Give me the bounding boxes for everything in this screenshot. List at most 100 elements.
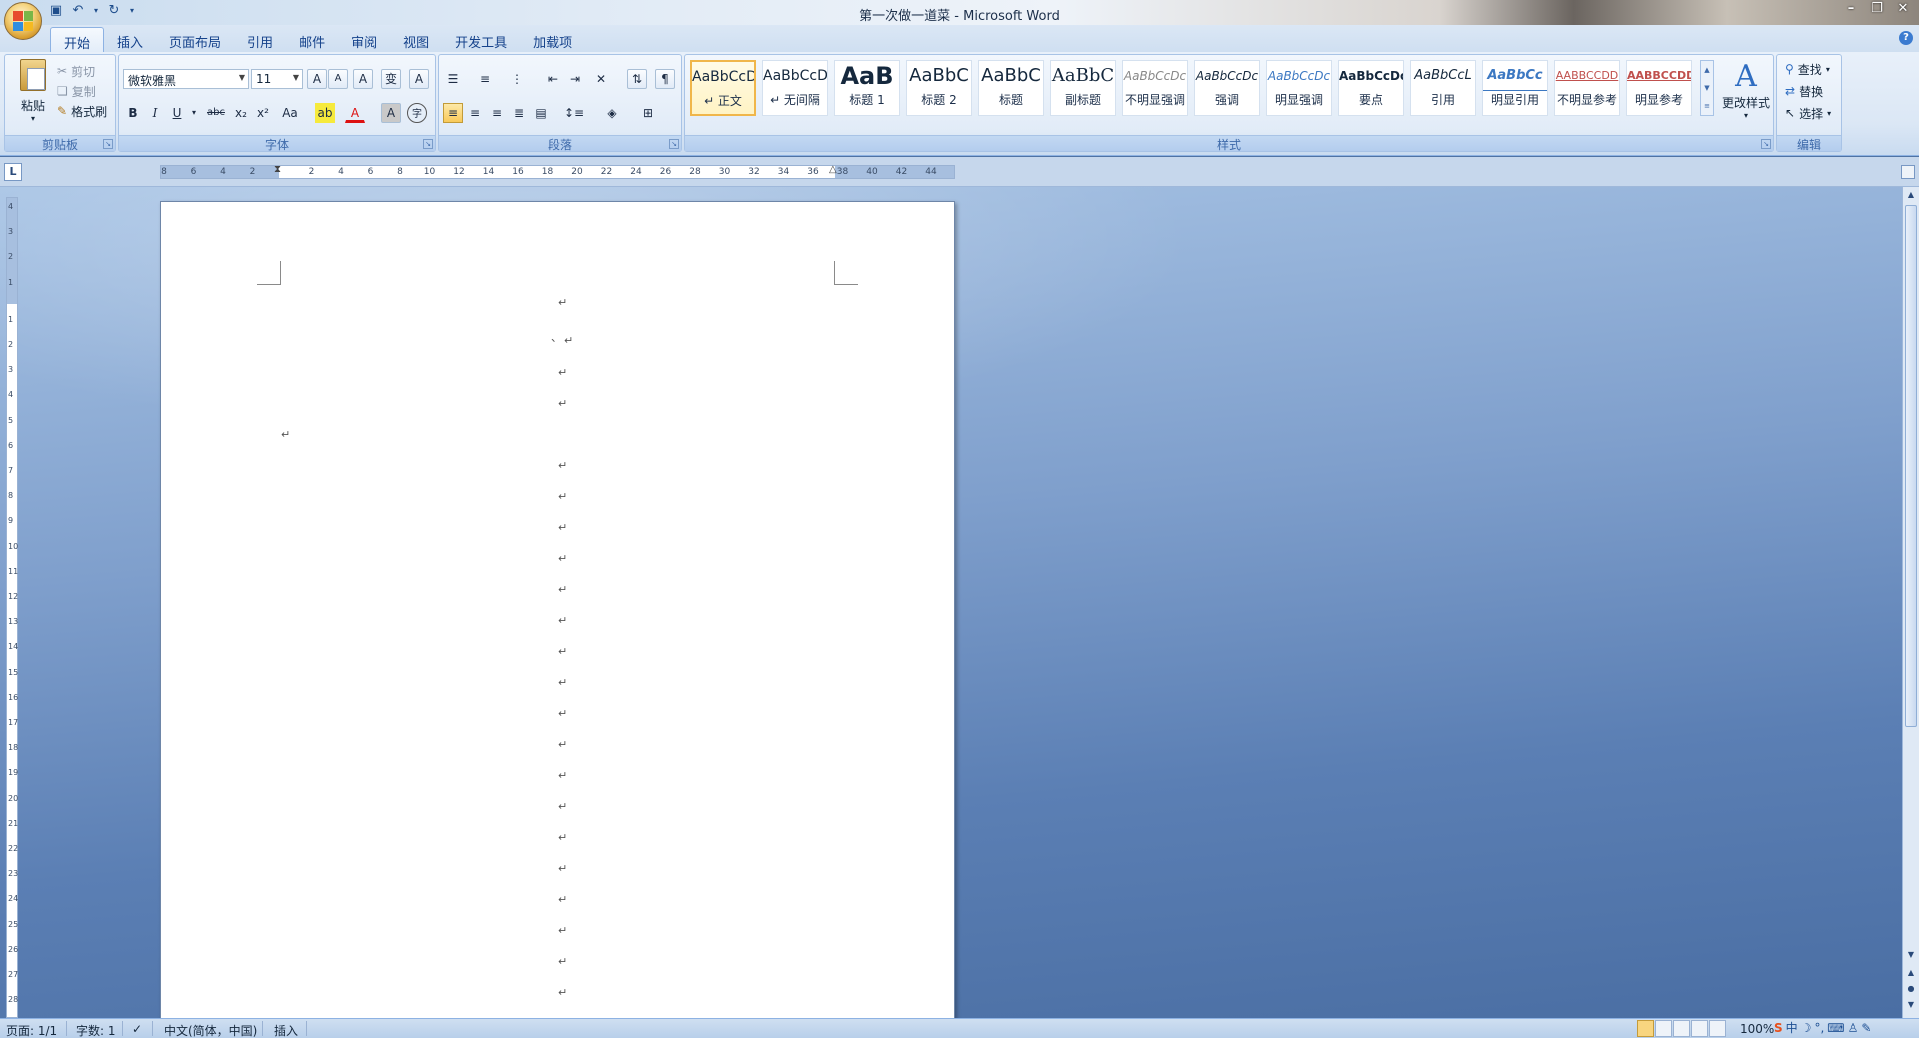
char-shading-button[interactable]: A — [381, 103, 401, 123]
scroll-up-icon[interactable]: ▲ — [1904, 187, 1918, 203]
shading-bucket-icon[interactable]: ◈ — [599, 103, 625, 123]
styles-dialog-launcher-icon[interactable]: ↘ — [1761, 139, 1771, 149]
align-center-icon[interactable]: ≡ — [465, 103, 485, 123]
chevron-down-icon[interactable]: ▼ — [239, 73, 245, 82]
bullets-icon[interactable]: ☰ — [443, 69, 463, 89]
tab-view[interactable]: 视图 — [390, 27, 442, 52]
style-subtle-reference[interactable]: AABBCCDD 不明显参考 — [1554, 60, 1620, 116]
sogou-icon[interactable]: S — [1774, 1020, 1783, 1037]
justify-icon[interactable]: ≣ — [509, 103, 529, 123]
tab-page-layout[interactable]: 页面布局 — [156, 27, 234, 52]
distributed-icon[interactable]: ▤ — [531, 103, 551, 123]
cut-button[interactable]: ✂ 剪切 — [57, 61, 107, 81]
word-count[interactable]: 字数: 1 — [76, 1022, 116, 1038]
select-button[interactable]: ↖ 选择 ▾ — [1785, 102, 1831, 124]
clipboard-dialog-launcher-icon[interactable]: ↘ — [103, 139, 113, 149]
first-line-indent-marker[interactable]: ⧗ — [274, 164, 284, 181]
horizontal-ruler[interactable]: ⧗ △ 8 6 4 2 2 4 6 8 10 12 14 16 18 20 22 24 26 28 30 32 34 36… — [160, 164, 955, 181]
punctuation-icon[interactable]: °, — [1814, 1020, 1824, 1037]
style-subtle-emphasis[interactable]: AaBbCcDc 不明显强调 — [1122, 60, 1188, 116]
enclose-char-button[interactable]: 字 — [407, 103, 427, 123]
outline-icon[interactable] — [1691, 1020, 1708, 1037]
vertical-ruler[interactable]: 4 3 2 1 1 2 3 4 5 6 7 8 9 10 11 12 13 14 15 16 17 18 19 20 21 22 2… — [6, 197, 18, 1018]
tab-mailings[interactable]: 邮件 — [286, 27, 338, 52]
draft-icon[interactable] — [1709, 1020, 1726, 1037]
copy-button[interactable]: ❏ 复制 — [57, 81, 107, 101]
highlight-button[interactable]: ab — [315, 103, 335, 123]
web-layout-icon[interactable] — [1673, 1020, 1690, 1037]
shrink-font-button[interactable]: A — [328, 69, 348, 89]
style-gallery-scroll[interactable]: ▲ ▼ ≡ — [1700, 60, 1714, 116]
format-painter-button[interactable]: ✎ 格式刷 — [57, 101, 107, 121]
proofing-icon[interactable]: ✓ — [132, 1022, 142, 1036]
style-strong[interactable]: AaBbCcDc 要点 — [1338, 60, 1404, 116]
increase-indent-icon[interactable]: ⇥ — [565, 69, 585, 89]
line-spacing-icon[interactable]: ↕≡ — [561, 103, 587, 123]
clear-format-button[interactable]: A — [353, 69, 373, 89]
font-color-button[interactable]: A — [345, 103, 365, 123]
restore-icon[interactable]: ❐ — [1865, 0, 1889, 18]
document-page[interactable]: ↵ ↵ ↵ ↵ ↵ ↵ ↵ ↵ ↵ ↵ ↵ ↵ ↵ ↵ ↵ ↵ ↵ ↵ ↵ ↵ ↵ ↵ ↵、 — [160, 201, 955, 1018]
tab-developer[interactable]: 开发工具 — [442, 27, 520, 52]
underline-button[interactable]: U — [167, 103, 187, 123]
font-name-combo[interactable]: 微软雅黑 ▼ — [123, 69, 249, 89]
grow-font-button[interactable]: A — [307, 69, 327, 89]
paragraph-dialog-launcher-icon[interactable]: ↘ — [669, 139, 679, 149]
zoom-level[interactable]: 100% — [1740, 1022, 1774, 1036]
chevron-up-icon[interactable]: ▲ — [1701, 61, 1713, 79]
show-marks-icon[interactable]: ¶ — [655, 69, 675, 89]
style-emphasis[interactable]: AaBbCcDc 强调 — [1194, 60, 1260, 116]
tab-references[interactable]: 引用 — [234, 27, 286, 52]
paste-dropdown-icon[interactable]: ▾ — [13, 114, 53, 123]
style-intense-quote[interactable]: AaBbCc 明显引用 — [1482, 60, 1548, 116]
chevron-down-icon[interactable]: ▼ — [293, 73, 299, 82]
align-right-icon[interactable]: ≡ — [487, 103, 507, 123]
close-icon[interactable]: ✕ — [1891, 0, 1915, 18]
find-button[interactable]: ⚲ 查找 ▾ — [1785, 58, 1831, 80]
numbering-icon[interactable]: ≡ — [475, 69, 495, 89]
ime-mode[interactable]: 中 — [1786, 1020, 1798, 1037]
style-quote[interactable]: AaBbCcL 引用 — [1410, 60, 1476, 116]
vertical-scrollbar[interactable]: ▲ ▼ ▲ ● ▼ — [1902, 187, 1919, 1018]
scroll-down-icon[interactable]: ▼ — [1904, 947, 1918, 963]
minimize-icon[interactable]: – — [1839, 0, 1863, 18]
superscript-button[interactable]: x² — [253, 103, 273, 123]
moon-icon[interactable]: ☽ — [1801, 1020, 1812, 1037]
style-intense-reference[interactable]: AABBCCDD 明显参考 — [1626, 60, 1692, 116]
style-intense-emphasis[interactable]: AaBbCcDc 明显强调 — [1266, 60, 1332, 116]
underline-dropdown-icon[interactable]: ▾ — [189, 103, 199, 123]
change-case-button[interactable]: Aa — [277, 103, 303, 123]
borders-icon[interactable]: ⊞ — [635, 103, 661, 123]
font-size-combo[interactable]: 11 ▼ — [251, 69, 303, 89]
style-heading-2[interactable]: AaBbC 标题 2 — [906, 60, 972, 116]
style-subtitle[interactable]: AaBbC 副标题 — [1050, 60, 1116, 116]
font-dialog-launcher-icon[interactable]: ↘ — [423, 139, 433, 149]
user-icon[interactable]: ♙ — [1848, 1020, 1859, 1037]
style-no-spacing[interactable]: AaBbCcD ↵ 无间隔 — [762, 60, 828, 116]
style-normal[interactable]: AaBbCcD ↵ 正文 — [690, 60, 756, 116]
tab-home[interactable]: 开始 — [50, 27, 105, 52]
tab-add-ins[interactable]: 加载项 — [520, 27, 585, 52]
char-border-button[interactable]: A — [409, 69, 429, 89]
full-screen-reading-icon[interactable] — [1655, 1020, 1672, 1037]
help-icon[interactable]: ? — [1899, 31, 1913, 45]
change-styles-button[interactable]: A 更改样式 ▾ — [1717, 60, 1775, 121]
bold-button[interactable]: B — [123, 103, 143, 123]
multilevel-list-icon[interactable]: ⋮ — [507, 69, 527, 89]
next-page-icon[interactable]: ▼ — [1904, 997, 1918, 1013]
office-button[interactable] — [4, 2, 42, 40]
insert-mode-indicator[interactable]: 插入 — [274, 1022, 298, 1038]
sort-icon[interactable]: ⇅ — [627, 69, 647, 89]
tab-selector-icon[interactable]: L — [4, 163, 22, 181]
strikethrough-button[interactable]: abc — [203, 103, 229, 123]
paste-button[interactable]: 粘贴 ▾ — [13, 59, 53, 123]
align-left-icon[interactable]: ≡ — [443, 103, 463, 123]
chevron-down-icon[interactable]: ▼ — [1701, 79, 1713, 97]
replace-button[interactable]: ⇄ 替换 — [1785, 80, 1831, 102]
style-heading-1[interactable]: AaB 标题 1 — [834, 60, 900, 116]
style-title[interactable]: AaBbC 标题 — [978, 60, 1044, 116]
gallery-more-icon[interactable]: ≡ — [1701, 97, 1713, 115]
chinese-layout-icon[interactable]: ✕ — [591, 69, 611, 89]
phonetic-guide-button[interactable]: 变 — [381, 69, 401, 89]
tab-review[interactable]: 审阅 — [338, 27, 390, 52]
